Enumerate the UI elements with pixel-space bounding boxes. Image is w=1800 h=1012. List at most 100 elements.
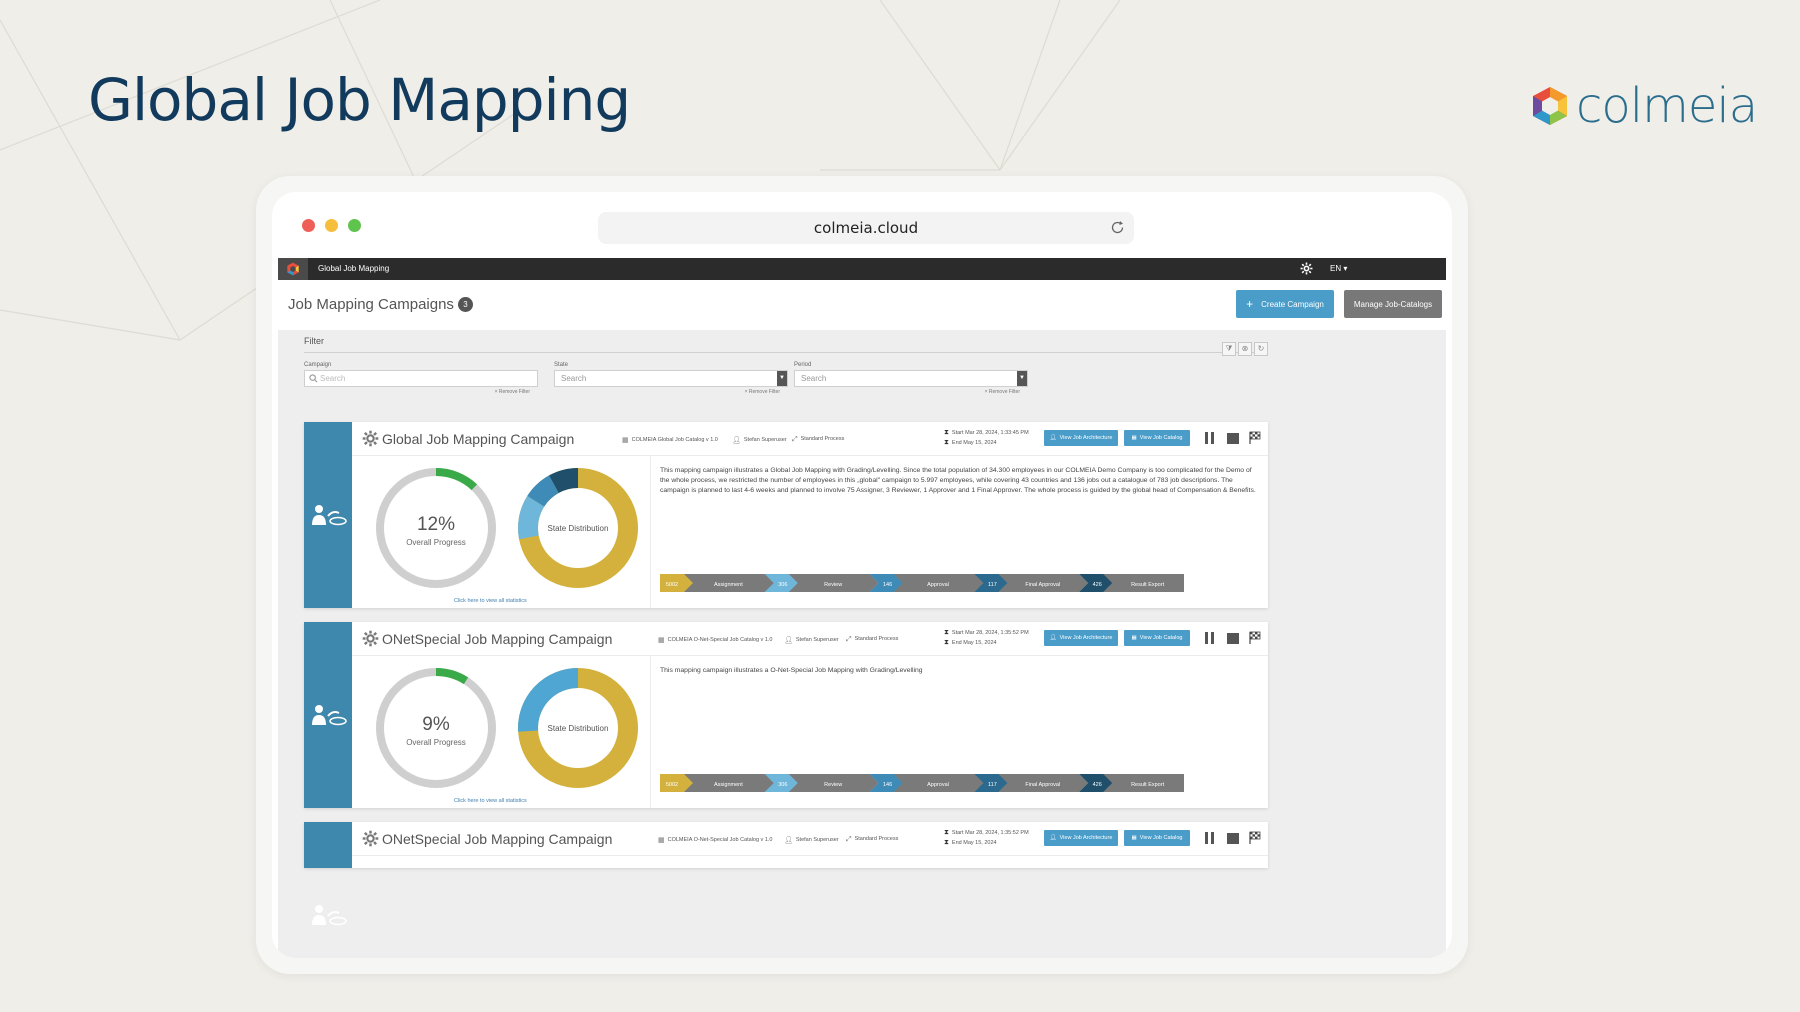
- process-name: Standard Process: [854, 836, 899, 842]
- page-title-text: Job Mapping Campaigns: [288, 296, 454, 313]
- owner-meta: 👤︎ Stefan Superuser: [784, 636, 839, 644]
- finish-flag-icon[interactable]: [1248, 831, 1262, 845]
- view-statistics-link[interactable]: Click here to view all statistics: [454, 798, 527, 804]
- stop-icon[interactable]: [1226, 831, 1240, 845]
- campaign-search-input[interactable]: Search: [304, 370, 538, 387]
- campaign-status-stripe: [304, 422, 352, 608]
- pause-icon[interactable]: [1204, 631, 1216, 645]
- brand-logo: colmeia: [1530, 78, 1758, 134]
- state-distribution-label: State Distribution: [547, 724, 609, 733]
- process-icon: ⤢: [792, 436, 798, 443]
- campaign-title[interactable]: ONetSpecial Job Mapping Campaign: [382, 631, 612, 647]
- refresh-icon[interactable]: ↻: [1254, 342, 1268, 356]
- pipeline-stage: 306 Review: [764, 774, 879, 792]
- overall-progress-label: 12% Overall Progress: [376, 514, 496, 547]
- filter-title: Filter: [304, 336, 324, 346]
- stop-icon[interactable]: [1226, 631, 1240, 645]
- state-filter: State Search ▼ × Remove Filter: [554, 362, 788, 395]
- user-icon: 👤︎: [784, 837, 793, 844]
- finish-flag-icon[interactable]: [1248, 431, 1262, 445]
- campaign-dates: ⧗ Start Mar 28, 2024, 1:35:52 PM ⧗ End May…: [944, 828, 1029, 848]
- body-divider: [650, 456, 651, 608]
- pipeline-stage: 426 Result Export: [1079, 574, 1184, 592]
- campaign-title[interactable]: Global Job Mapping Campaign: [382, 431, 574, 447]
- remove-campaign-filter-link[interactable]: × Remove Filter: [304, 389, 538, 395]
- start-date: Start Mar 28, 2024, 1:35:52 PM: [951, 630, 1029, 636]
- view-job-architecture-button[interactable]: 👤︎ View Job Architecture: [1044, 430, 1118, 446]
- campaign-settings-gear-icon[interactable]: [362, 630, 379, 647]
- person-icon: 👤︎: [1049, 635, 1057, 641]
- process-icon: ⤢: [846, 836, 852, 843]
- view-job-architecture-label: View Job Architecture: [1059, 635, 1113, 641]
- process-meta: ⤢ Standard Process: [846, 636, 898, 644]
- assign-person-icon: [312, 905, 347, 926]
- catalog-icon: ▦: [622, 437, 629, 444]
- search-icon: [309, 374, 318, 383]
- stop-icon[interactable]: [1226, 431, 1240, 445]
- progress-percent: 12%: [416, 514, 456, 535]
- filter-toolbar: ⧩ ⊗ ↻: [1222, 342, 1268, 356]
- view-job-architecture-label: View Job Architecture: [1059, 435, 1113, 441]
- view-job-catalog-button[interactable]: ▦ View Job Catalog: [1124, 430, 1190, 446]
- remove-period-filter-link[interactable]: × Remove Filter: [794, 389, 1028, 395]
- catalog-meta: ▦ COLMEIA Global Job Catalog v 1.0: [622, 436, 718, 444]
- pipeline-stage: 306 Review: [764, 574, 879, 592]
- campaign-settings-gear-icon[interactable]: [362, 830, 379, 847]
- end-date: End May 15, 2024: [951, 840, 997, 846]
- assign-person-icon: [312, 705, 347, 726]
- person-icon: 👤︎: [1049, 435, 1057, 441]
- user-icon: 👤︎: [732, 437, 741, 444]
- state-select[interactable]: Search ▼: [554, 370, 788, 387]
- pipeline-stage-label: Approval: [927, 782, 949, 788]
- owner-name: Stefan Superuser: [795, 837, 839, 843]
- start-date: Start Mar 28, 2024, 1:33:45 PM: [951, 430, 1029, 436]
- campaign-title[interactable]: ONetSpecial Job Mapping Campaign: [382, 831, 612, 847]
- pipeline-stage: 5002 Assignment: [660, 574, 774, 592]
- catalog-meta: ▦ COLMEIA O-Net-Special Job Catalog v 1.0: [658, 636, 772, 644]
- campaign-settings-gear-icon[interactable]: [362, 430, 379, 447]
- minimize-window-dot[interactable]: [325, 219, 338, 232]
- address-bar[interactable]: colmeia.cloud: [598, 212, 1134, 244]
- pause-icon[interactable]: [1204, 431, 1216, 445]
- catalog-icon: ▦: [658, 837, 665, 844]
- manage-job-catalogs-button[interactable]: Manage Job-Catalogs: [1344, 290, 1442, 318]
- process-meta: ⤢ Standard Process: [792, 436, 844, 444]
- settings-gear-icon[interactable]: [1300, 262, 1313, 275]
- campaign-dates: ⧗ Start Mar 28, 2024, 1:33:45 PM ⧗ End May…: [944, 428, 1029, 448]
- pipeline-stage: 426 Result Export: [1079, 774, 1184, 792]
- view-job-architecture-button[interactable]: 👤︎ View Job Architecture: [1044, 830, 1118, 846]
- clear-filter-icon[interactable]: ⊗: [1238, 342, 1252, 356]
- reload-icon[interactable]: [1109, 219, 1126, 236]
- view-statistics-link[interactable]: Click here to view all statistics: [454, 598, 527, 604]
- close-window-dot[interactable]: [302, 219, 315, 232]
- pipeline-stage: 146 Approval: [869, 774, 984, 792]
- campaign-status-stripe: [304, 622, 352, 808]
- process-meta: ⤢ Standard Process: [846, 836, 898, 844]
- filter-funnel-icon[interactable]: ⧩: [1222, 342, 1236, 356]
- hourglass-icon: ⧗: [944, 629, 949, 636]
- progress-caption: Overall Progress: [406, 738, 466, 747]
- view-job-catalog-button[interactable]: ▦ View Job Catalog: [1124, 630, 1190, 646]
- period-select[interactable]: Search ▼: [794, 370, 1028, 387]
- catalog-icon: ▦: [1131, 835, 1137, 841]
- language-dropdown[interactable]: EN ▾: [1330, 258, 1347, 280]
- app-logo[interactable]: [278, 258, 308, 280]
- view-job-catalog-button[interactable]: ▦ View Job Catalog: [1124, 830, 1190, 846]
- pipeline-count: 5002: [666, 782, 678, 788]
- end-date: End May 15, 2024: [951, 640, 997, 646]
- campaign-list-area: Filter ⧩ ⊗ ↻ Campaign Search × Remove Fi…: [278, 330, 1446, 958]
- manage-job-catalogs-label: Manage Job-Catalogs: [1353, 299, 1433, 309]
- maximize-window-dot[interactable]: [348, 219, 361, 232]
- view-job-architecture-button[interactable]: 👤︎ View Job Architecture: [1044, 630, 1118, 646]
- pipeline-count: 426: [1093, 782, 1102, 788]
- remove-state-filter-link[interactable]: × Remove Filter: [554, 389, 788, 395]
- pipeline-stage: 117 Final Approval: [974, 774, 1089, 792]
- pause-icon[interactable]: [1204, 831, 1216, 845]
- brand-wordmark: colmeia: [1576, 78, 1758, 134]
- view-job-catalog-label: View Job Catalog: [1139, 635, 1183, 641]
- create-campaign-button[interactable]: + Create Campaign: [1236, 290, 1334, 318]
- finish-flag-icon[interactable]: [1248, 631, 1262, 645]
- progress-arc: [435, 668, 469, 685]
- hourglass-icon: ⧗: [944, 829, 949, 836]
- pipeline-count: 146: [883, 582, 892, 588]
